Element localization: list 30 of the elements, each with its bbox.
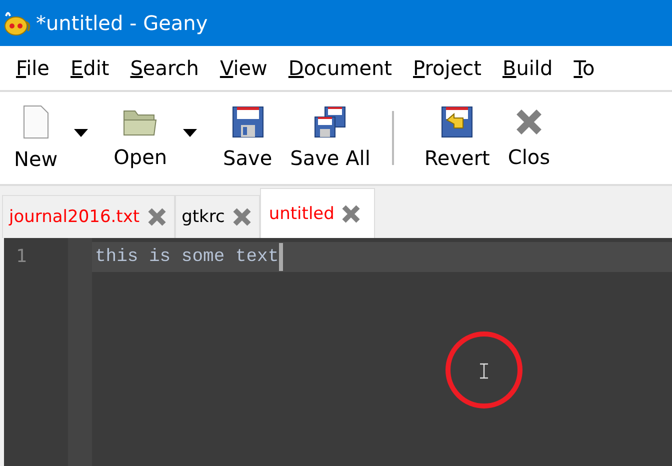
menu-item[interactable]: Build	[492, 56, 564, 80]
text-caret	[278, 243, 283, 271]
document-tab[interactable]: gtkrc	[174, 195, 260, 238]
document-tab[interactable]: untitled	[260, 188, 376, 238]
menu-item[interactable]: To	[564, 56, 606, 80]
menu-item[interactable]: Edit	[60, 56, 120, 80]
window-title: *untitled - Geany	[36, 11, 208, 35]
close-icon[interactable]	[230, 206, 253, 228]
menu-item[interactable]: File	[6, 56, 60, 80]
code-editor[interactable]: 1 this is some text	[4, 238, 672, 466]
menu-item[interactable]: Search	[120, 56, 210, 80]
menu-item[interactable]: Document	[278, 56, 404, 80]
menu-item[interactable]: Project	[403, 56, 492, 80]
floppy-disks-icon	[313, 106, 348, 138]
floppy-revert-icon	[441, 106, 474, 138]
toolbar-button[interactable]: Save All	[282, 100, 370, 176]
close-icon[interactable]	[340, 202, 362, 224]
menu-item[interactable]: View	[210, 56, 278, 80]
toolbar-button[interactable]: Open	[106, 101, 176, 175]
document-tab[interactable]: journal2016.txt	[2, 195, 175, 238]
line-number: 1	[15, 245, 28, 269]
document-icon	[22, 105, 50, 139]
close-icon	[514, 107, 544, 137]
close-icon[interactable]	[146, 206, 168, 228]
toolbar-button[interactable]: Revert	[416, 100, 490, 176]
code-line: this is some text	[94, 247, 279, 267]
toolbar-button[interactable]: Clos	[500, 101, 550, 175]
toolbar-button[interactable]: New	[6, 99, 66, 177]
toolbar-button[interactable]: Save	[215, 100, 272, 176]
text-cursor-icon	[479, 363, 489, 379]
